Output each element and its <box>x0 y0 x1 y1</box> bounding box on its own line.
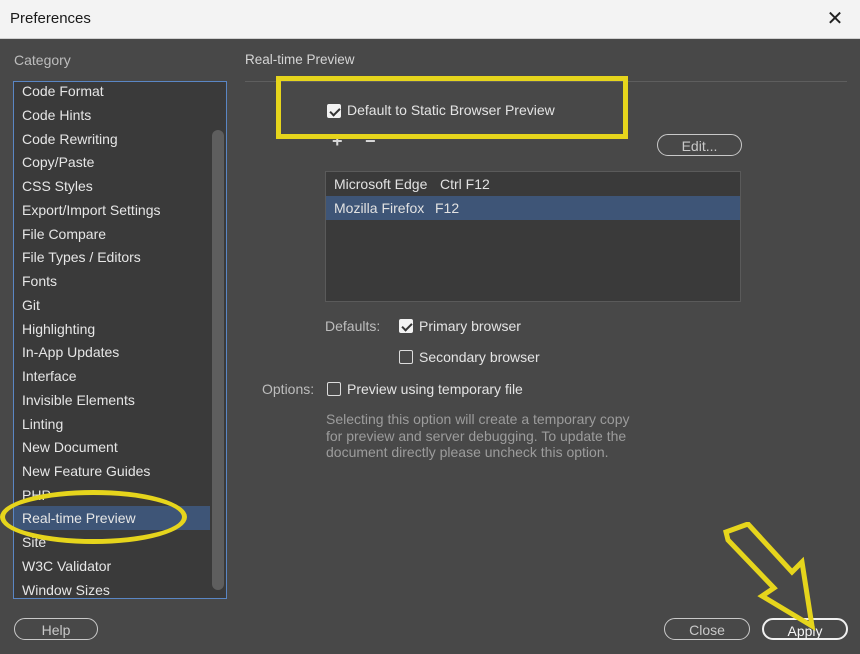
category-item-w3c-validator[interactable]: W3C Validator <box>14 554 210 578</box>
category-item-export-import-settings[interactable]: Export/Import Settings <box>14 198 210 222</box>
browser-list[interactable]: Microsoft Edge Ctrl F12 Mozilla Firefox … <box>325 171 741 302</box>
defaults-label: Defaults: <box>325 318 381 334</box>
category-item-site[interactable]: Site <box>14 530 210 554</box>
temp-file-description: Selecting this option will create a temp… <box>326 411 630 460</box>
add-browser-button[interactable]: + <box>332 131 343 152</box>
category-item-file-types-editors[interactable]: File Types / Editors <box>14 245 210 269</box>
window-title: Preferences <box>10 10 91 27</box>
category-item-code-rewriting[interactable]: Code Rewriting <box>14 127 210 151</box>
category-item-invisible-elements[interactable]: Invisible Elements <box>14 388 210 412</box>
static-preview-checkbox[interactable] <box>327 104 341 118</box>
category-item-code-hints[interactable]: Code Hints <box>14 103 210 127</box>
category-item-copy-paste[interactable]: Copy/Paste <box>14 150 210 174</box>
category-item-real-time-preview[interactable]: Real-time Preview <box>14 506 210 530</box>
category-item-new-feature-guides[interactable]: New Feature Guides <box>14 459 210 483</box>
category-item-highlighting[interactable]: Highlighting <box>14 317 210 341</box>
remove-browser-button[interactable]: − <box>365 131 376 152</box>
help-button[interactable]: Help <box>14 618 98 640</box>
category-item-file-compare[interactable]: File Compare <box>14 222 210 246</box>
secondary-browser-checkbox[interactable] <box>399 350 413 364</box>
section-divider <box>245 81 847 82</box>
static-preview-label: Default to Static Browser Preview <box>347 102 555 118</box>
primary-browser-checkbox[interactable] <box>399 319 413 333</box>
browser-name: Microsoft Edge <box>334 176 428 192</box>
category-list[interactable]: Code Format Code Hints Code Rewriting Co… <box>13 81 227 599</box>
temp-file-label: Preview using temporary file <box>347 381 523 397</box>
category-item-code-format[interactable]: Code Format <box>14 82 210 103</box>
scrollbar-thumb[interactable] <box>212 130 224 590</box>
close-icon[interactable]: ✕ <box>824 8 846 30</box>
category-item-git[interactable]: Git <box>14 293 210 317</box>
browser-shortcut: F12 <box>435 200 460 216</box>
category-item-window-sizes[interactable]: Window Sizes <box>14 578 210 598</box>
options-label: Options: <box>262 381 315 397</box>
category-item-css-styles[interactable]: CSS Styles <box>14 174 210 198</box>
preferences-dialog: Preferences ✕ Category Real-time Preview… <box>0 0 860 654</box>
category-item-interface[interactable]: Interface <box>14 364 210 388</box>
category-item-fonts[interactable]: Fonts <box>14 269 210 293</box>
edit-button[interactable]: Edit... <box>657 134 742 156</box>
secondary-browser-label: Secondary browser <box>419 349 540 365</box>
category-scrollbar[interactable] <box>212 82 226 598</box>
browser-name: Mozilla Firefox <box>334 200 425 216</box>
title-bar: Preferences ✕ <box>0 0 860 39</box>
category-item-linting[interactable]: Linting <box>14 412 210 436</box>
primary-browser-label: Primary browser <box>419 318 521 334</box>
temp-file-checkbox[interactable] <box>327 382 341 396</box>
section-title: Real-time Preview <box>245 52 355 67</box>
browser-row-firefox[interactable]: Mozilla Firefox F12 <box>326 196 740 220</box>
category-item-new-document[interactable]: New Document <box>14 435 210 459</box>
browser-shortcut: Ctrl F12 <box>440 176 490 192</box>
category-item-in-app-updates[interactable]: In-App Updates <box>14 340 210 364</box>
category-item-php[interactable]: PHP <box>14 483 210 507</box>
arrow-icon <box>723 522 816 631</box>
category-label: Category <box>14 52 71 68</box>
browser-row-edge[interactable]: Microsoft Edge Ctrl F12 <box>326 172 740 196</box>
